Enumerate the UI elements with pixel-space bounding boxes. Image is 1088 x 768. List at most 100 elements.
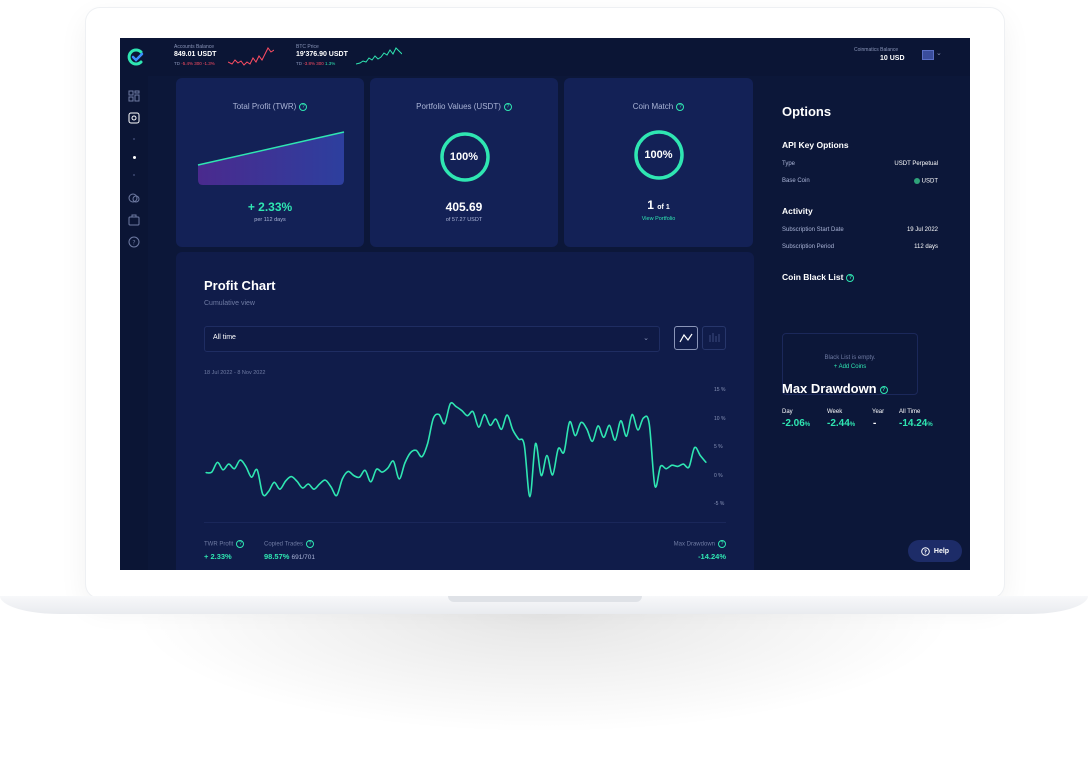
profit-data-point [569,421,571,423]
accounts-balance-label: Accounts Balance [174,44,215,50]
total-profit-title: Total Profit (TWR)? [176,102,364,111]
info-icon[interactable]: ? [306,540,315,548]
profit-data-point [296,480,298,482]
copied-trades-label: Copied Trades? [264,540,315,548]
flag-icon[interactable] [922,50,934,60]
time-range-select[interactable]: All time ⌄ [204,326,660,352]
profit-data-point [449,403,451,405]
profit-data-point [665,468,667,470]
profit-data-point [540,474,542,477]
coin-match-value: 1 [647,198,654,212]
top-bar: Accounts Balance 849.01 USDT TD -5.4% 30… [120,38,970,76]
type-value: USDT Perpetual [894,161,938,167]
total-profit-area-chart [197,131,345,185]
info-icon[interactable]: ? [718,540,726,548]
profit-data-point [353,474,355,477]
profit-data-point [478,426,480,428]
nav-dot-active [133,156,136,159]
coin-match-value-row: 1 of 1 [564,198,753,212]
profit-data-point [438,413,440,416]
help-circle-icon[interactable]: ? [128,236,140,248]
profit-chart-subtitle: Cumulative view [204,300,255,307]
portfolio-percent: 100% [449,151,479,163]
profit-data-point [495,418,497,420]
profit-data-point [523,444,525,446]
btc-price-value: 19'376.90 USDT [296,51,348,58]
portfolio-values-title: Portfolio Values (USDT)? [370,102,558,111]
profit-data-point [364,469,366,471]
info-icon[interactable]: ? [846,273,855,282]
profit-data-point [336,494,338,497]
profit-data-point [341,478,343,480]
profit-data-point [517,438,520,440]
total-profit-value: + 2.33% [247,200,293,214]
coinmatics-balance-label: Coinmatics Balance [854,47,899,53]
coin-match-title: Coin Match? [564,102,753,111]
help-label: Help [933,547,950,555]
copied-trades-label-text: Copied Trades [264,541,304,548]
info-icon[interactable]: ? [676,102,685,111]
coin-match-title-text: Coin Match [632,102,674,111]
chevron-down-icon[interactable]: ⌄ [936,49,942,57]
profit-chart-title: Profit Chart [204,278,276,293]
dashboard-icon[interactable] [128,90,140,102]
options-title: Options [782,104,832,119]
profit-data-point [557,448,559,450]
portfolio-icon[interactable] [128,112,140,124]
profit-data-point [648,423,650,425]
profit-data-point [506,414,508,416]
profit-data-point [387,467,389,469]
portfolio-value: 405.69 [445,200,483,214]
add-coins-link[interactable]: + Add Coins [783,364,917,370]
total-profit-title-text: Total Profit (TWR) [232,102,297,111]
max-drawdown-label: Max Drawdown? [674,540,726,548]
portfolio-values-card: Portfolio Values (USDT)? 100% 405.69 of … [370,78,558,247]
copied-trades-value: 98.57% 691/701 [264,552,315,561]
profit-data-point [682,463,684,465]
profit-data-point [273,481,275,483]
logo-icon[interactable] [127,48,145,66]
info-icon[interactable]: ? [236,540,245,548]
profit-data-point [489,424,491,426]
accounts-balance-sparkline [228,47,274,66]
profit-data-point [580,421,582,424]
profit-data-point [586,428,588,430]
info-icon[interactable]: ? [503,102,512,111]
dd-day-value: -2.06% [782,418,810,429]
accounts-balance-value: 849.01 USDT [174,51,217,58]
svg-text:?: ? [132,240,135,247]
help-button[interactable]: ? Help [908,540,962,562]
copied-trades-count: 691/701 [291,554,316,561]
coins-icon[interactable] [128,192,140,204]
coinmatics-balance-value: 10 USD [880,55,905,62]
profit-data-point [455,405,457,408]
profit-data-point [256,469,258,471]
info-icon[interactable]: ? [879,385,888,394]
profit-data-point [654,485,656,487]
profit-data-point [512,429,514,431]
view-portfolio-link[interactable]: View Portfolio [564,216,753,222]
profit-data-point [324,479,326,481]
dd-all-time-value: -14.24% [899,418,933,429]
max-drawdown-value: -14.24% [698,552,726,561]
copied-trades-percent: 98.57% [264,552,290,561]
date-range: 18 Jul 2022 - 8 Nov 2022 [204,370,266,376]
app-screen: Accounts Balance 849.01 USDT TD -5.4% 30… [120,38,970,570]
bar-chart-icon [709,333,720,342]
dd-unit: % [849,422,856,428]
dd-week-label: Week [827,409,843,415]
dd-all-time-number: -14.24 [899,418,928,429]
twr-profit-label-text: TWR Profit [204,541,234,548]
line-chart-toggle[interactable] [674,326,698,350]
bar-chart-toggle[interactable] [702,326,726,350]
briefcase-icon[interactable] [128,214,140,226]
profit-data-point [529,496,531,498]
info-icon[interactable]: ? [299,102,308,111]
accounts-balance-change-prefix: TD [174,61,180,66]
profit-data-point [250,476,253,478]
sidebar: ? [120,76,148,570]
profit-data-point [284,480,287,482]
dd-week-value: -2.44% [827,418,855,429]
profit-data-point [705,461,707,463]
start-date-value: 19 Jul 2022 [906,227,938,233]
